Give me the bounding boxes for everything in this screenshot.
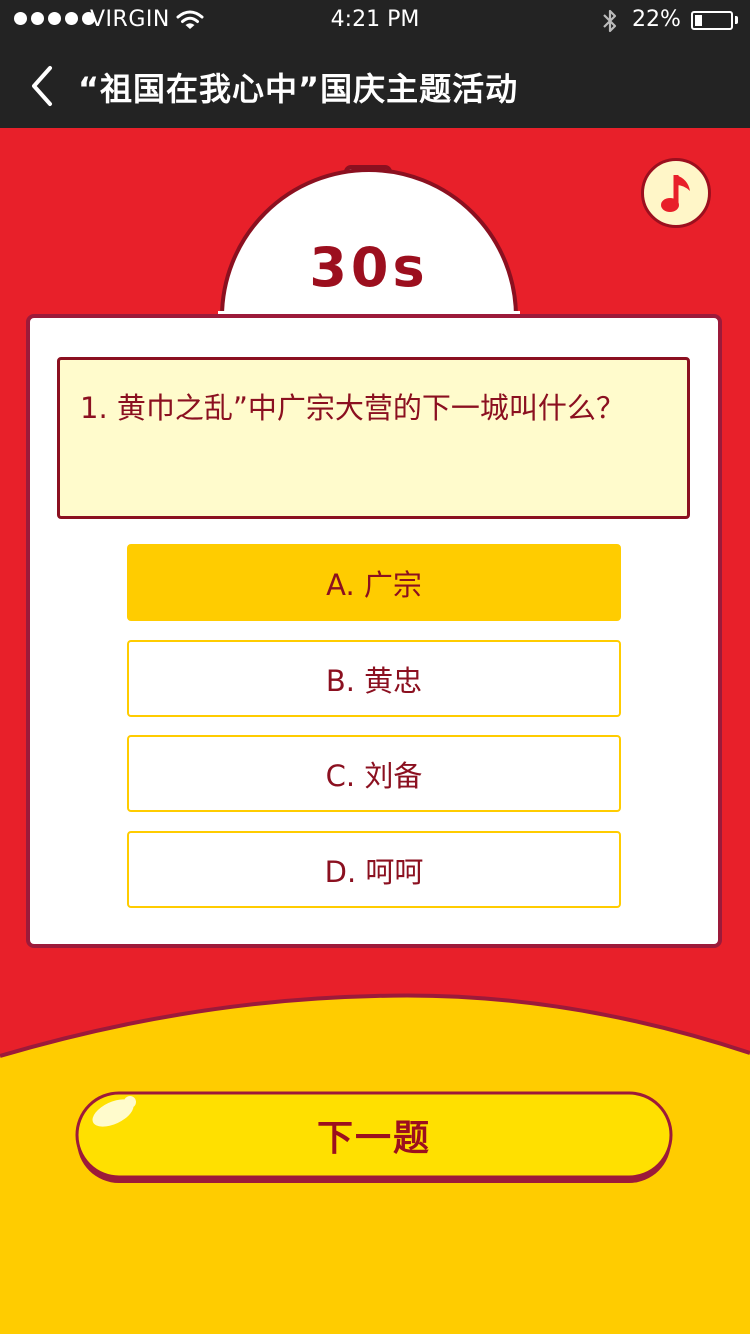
top-bar: VIRGIN 4:21 PM 22% “祖国在我心中”国庆主题活动 xyxy=(0,0,750,128)
option-b-label: B. 黄忠 xyxy=(325,663,423,698)
option-d-label: D. 呵呵 xyxy=(324,854,424,889)
battery-icon xyxy=(691,11,733,30)
option-c[interactable]: C. 刘备 xyxy=(127,735,621,812)
music-note-icon xyxy=(661,175,690,212)
status-bar: VIRGIN 4:21 PM 22% xyxy=(0,0,750,40)
battery-level-fill xyxy=(695,15,702,26)
next-button-label: 下一题 xyxy=(316,1118,431,1159)
countdown-timer: 30s xyxy=(309,236,429,299)
question-box xyxy=(57,357,690,519)
option-b[interactable]: B. 黄忠 xyxy=(127,640,621,717)
option-d[interactable]: D. 呵呵 xyxy=(127,831,621,908)
chevron-left-icon xyxy=(32,66,52,106)
bluetooth-icon xyxy=(600,8,620,40)
option-c-label: C. 刘备 xyxy=(325,758,423,793)
question-text: 1. 黄巾之乱”中广宗大营的下一城叫什么？ xyxy=(80,391,625,425)
music-toggle-button[interactable] xyxy=(641,158,711,228)
next-question-button[interactable]: 下一题 xyxy=(75,1091,673,1185)
page-title: “祖国在我心中”国庆主题活动 xyxy=(78,70,519,108)
option-a[interactable]: A. 广宗 xyxy=(127,544,621,621)
battery-cap xyxy=(735,16,738,24)
back-button[interactable] xyxy=(26,62,66,110)
battery-percent: 22% xyxy=(632,7,681,32)
option-a-label: A. 广宗 xyxy=(326,567,422,602)
